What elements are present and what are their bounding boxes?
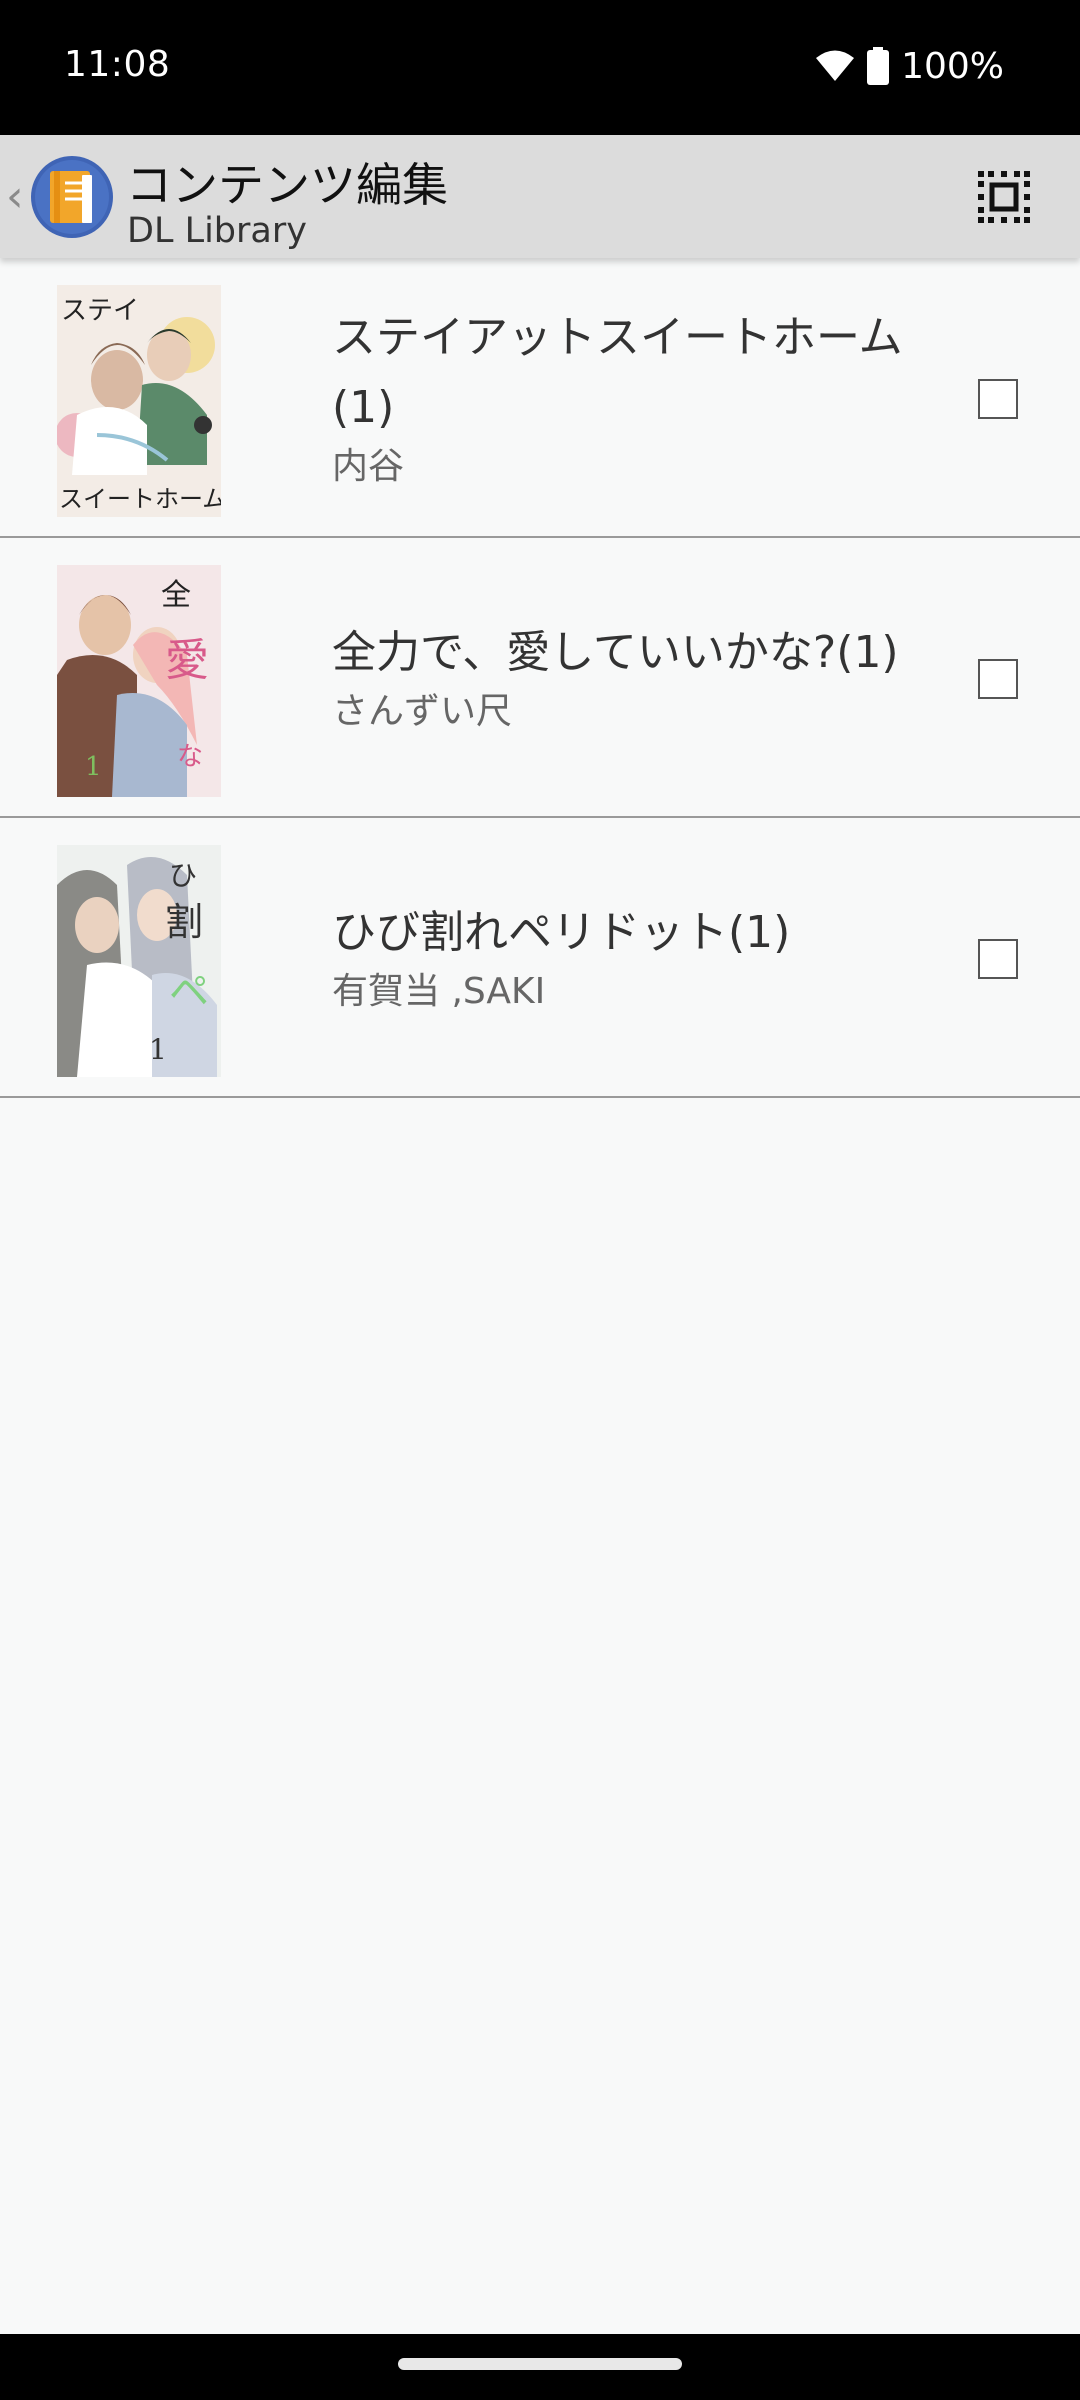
list-item[interactable]: 全 愛 な 1 全力で、愛していいかな?(1) さんずい尺 — [0, 538, 1080, 818]
item-checkbox[interactable] — [978, 379, 1018, 419]
status-icons: 100% — [815, 44, 1004, 88]
svg-text:ペ: ペ — [169, 969, 209, 1015]
svg-text:な: な — [177, 742, 203, 772]
svg-text:1: 1 — [85, 752, 102, 782]
item-title: ひび割れペリドット(1) — [332, 907, 791, 958]
app-bar: ‹ コンテンツ編集 DL Library — [0, 135, 1080, 258]
page-subtitle: DL Library — [127, 211, 307, 251]
book-cover-image: ステイ スイートホーム — [57, 285, 221, 517]
wifi-icon — [816, 50, 855, 81]
book-cover-image: ひ 割 ペ 1 — [57, 845, 221, 1077]
item-title: ステイアットスイートホーム(1) — [332, 312, 903, 433]
page-title: コンテンツ編集 — [126, 158, 448, 212]
svg-text:全: 全 — [161, 578, 191, 613]
battery-icon — [867, 47, 890, 85]
back-icon[interactable]: ‹ — [6, 171, 24, 222]
status-bar: 11:08 100% — [0, 0, 1080, 135]
item-author: 内谷 — [332, 446, 405, 487]
home-gesture-handle[interactable] — [398, 2358, 682, 2370]
item-author: 有賀当 ,SAKI — [332, 971, 546, 1012]
navigation-bar — [0, 2334, 1080, 2400]
status-time: 11:08 — [64, 44, 171, 85]
svg-text:ステイ: ステイ — [61, 296, 139, 326]
select-all-icon[interactable] — [976, 169, 1032, 225]
list-item[interactable]: ステイ スイートホーム ステイアットスイートホーム(1) 内谷 — [0, 258, 1080, 538]
battery-percent: 100% — [901, 45, 1004, 87]
svg-text:割: 割 — [165, 900, 203, 944]
item-checkbox[interactable] — [978, 659, 1018, 699]
item-checkbox[interactable] — [978, 939, 1018, 979]
svg-text:スイートホーム: スイートホーム — [59, 485, 221, 513]
list-item[interactable]: ひ 割 ペ 1 ひび割れペリドット(1) 有賀当 ,SAKI — [0, 818, 1080, 1098]
item-title: 全力で、愛していいかな?(1) — [332, 627, 899, 678]
svg-text:ひ: ひ — [169, 859, 197, 892]
svg-text:1: 1 — [149, 1033, 167, 1066]
svg-text:愛: 愛 — [165, 635, 209, 686]
item-author: さんずい尺 — [332, 691, 513, 732]
book-cover-image: 全 愛 な 1 — [57, 565, 221, 797]
content-list: ステイ スイートホーム ステイアットスイートホーム(1) 内谷 全 愛 な 1 … — [0, 258, 1080, 1098]
book-icon[interactable] — [30, 155, 114, 239]
